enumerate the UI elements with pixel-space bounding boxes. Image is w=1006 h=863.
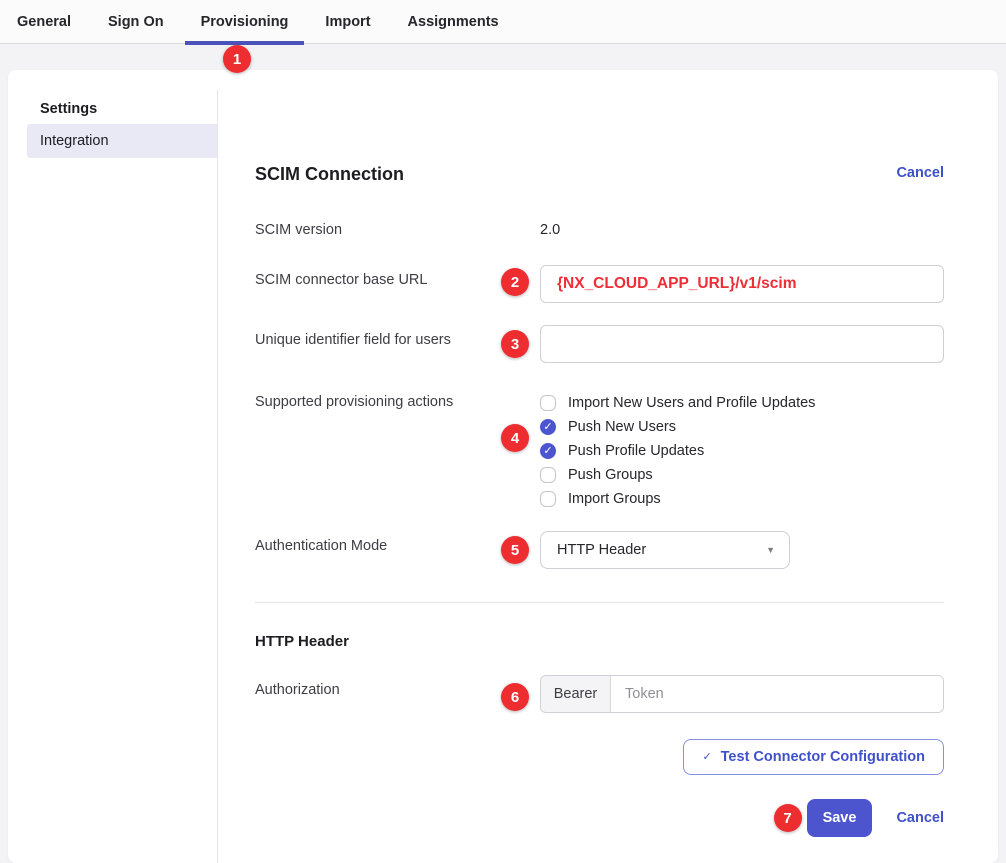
base-url-row: SCIM connector base URL 2 [255, 265, 944, 303]
unique-id-row: Unique identifier field for users 3 [255, 325, 944, 363]
header-cancel-link[interactable]: Cancel [896, 163, 944, 183]
checkbox-unchecked-icon[interactable] [540, 491, 556, 507]
unique-id-label: Unique identifier field for users [255, 325, 540, 350]
token-input[interactable] [611, 676, 943, 712]
checkbox-unchecked-icon[interactable] [540, 395, 556, 411]
unique-id-input[interactable] [540, 325, 944, 363]
tab-assignments[interactable]: Assignments [408, 0, 499, 44]
bearer-prefix: Bearer [541, 676, 611, 712]
checkbox-unchecked-icon[interactable] [540, 467, 556, 483]
tab-general[interactable]: General [17, 0, 71, 44]
scim-version-row: SCIM version 2.0 [255, 220, 944, 240]
test-connector-button[interactable]: ✓ Test Connector Configuration [683, 739, 944, 775]
footer-cancel-link[interactable]: Cancel [896, 808, 944, 828]
tab-import[interactable]: Import [325, 0, 370, 44]
page-title: SCIM Connection [255, 163, 404, 185]
checkbox-push-groups[interactable]: Push Groups [540, 463, 944, 487]
sidebar-item-integration[interactable]: Integration [27, 124, 218, 158]
settings-sidebar: Settings Integration [8, 70, 218, 863]
scim-version-label: SCIM version [255, 220, 540, 240]
sidebar-heading: Settings [40, 101, 218, 117]
section-divider [255, 602, 944, 603]
test-connector-label: Test Connector Configuration [721, 749, 925, 765]
provisioning-page: General Sign On Provisioning Import Assignme… [0, 0, 1006, 863]
checkbox-label: Push New Users [568, 419, 676, 435]
http-header-section-title: HTTP Header [255, 633, 944, 651]
settings-card: Settings Integration SCIM Connection Can… [8, 70, 998, 863]
checkbox-label: Push Profile Updates [568, 443, 704, 459]
panel-header: SCIM Connection Cancel [255, 163, 944, 185]
step-badge-3: 3 [501, 330, 529, 358]
auth-mode-row: Authentication Mode 5 HTTP Header ▼ [255, 531, 944, 569]
base-url-input[interactable] [540, 265, 944, 303]
step-badge-5: 5 [501, 536, 529, 564]
chevron-down-icon: ▼ [766, 546, 775, 555]
provisioning-actions-row: Supported provisioning actions 4 Import … [255, 391, 944, 511]
base-url-label: SCIM connector base URL [255, 265, 540, 290]
checkbox-checked-icon[interactable]: ✓ [540, 419, 556, 435]
step-badge-7: 7 [774, 804, 802, 832]
checkbox-checked-icon[interactable]: ✓ [540, 443, 556, 459]
checkbox-import-new-users-and-profile-updates[interactable]: Import New Users and Profile Updates [540, 391, 944, 415]
checkbox-label: Import New Users and Profile Updates [568, 395, 815, 411]
tab-sign-on[interactable]: Sign On [108, 0, 164, 44]
app-tabbar: General Sign On Provisioning Import Assignme… [0, 0, 1006, 44]
save-button[interactable]: Save [807, 799, 873, 837]
checkbox-label: Import Groups [568, 491, 661, 507]
authorization-label: Authorization [255, 675, 540, 700]
provisioning-actions-label: Supported provisioning actions [255, 391, 540, 412]
scim-connection-panel: SCIM Connection Cancel SCIM version 2.0 … [218, 70, 998, 863]
check-icon: ✓ [702, 752, 711, 763]
provisioning-actions-list: Import New Users and Profile Updates ✓ Pus… [540, 391, 944, 511]
step-badge-1: 1 [223, 45, 251, 73]
auth-mode-label: Authentication Mode [255, 531, 540, 556]
checkbox-push-new-users[interactable]: ✓ Push New Users [540, 415, 944, 439]
authorization-input-group: Bearer [540, 675, 944, 713]
test-connector-row: ✓ Test Connector Configuration [255, 739, 944, 775]
checkbox-import-groups[interactable]: Import Groups [540, 487, 944, 511]
step-badge-6: 6 [501, 683, 529, 711]
checkbox-label: Push Groups [568, 467, 653, 483]
authorization-row: Authorization 6 Bearer [255, 675, 944, 713]
tab-provisioning[interactable]: Provisioning [201, 0, 289, 44]
sidebar-item-label: Integration [40, 133, 109, 149]
save-row: 7 Save Cancel [255, 799, 944, 837]
step-badge-2: 2 [501, 268, 529, 296]
auth-mode-selected-value: HTTP Header [557, 542, 646, 558]
scim-version-value: 2.0 [540, 222, 560, 238]
auth-mode-select[interactable]: HTTP Header ▼ [540, 531, 790, 569]
step-badge-4: 4 [501, 424, 529, 452]
checkbox-push-profile-updates[interactable]: ✓ Push Profile Updates [540, 439, 944, 463]
